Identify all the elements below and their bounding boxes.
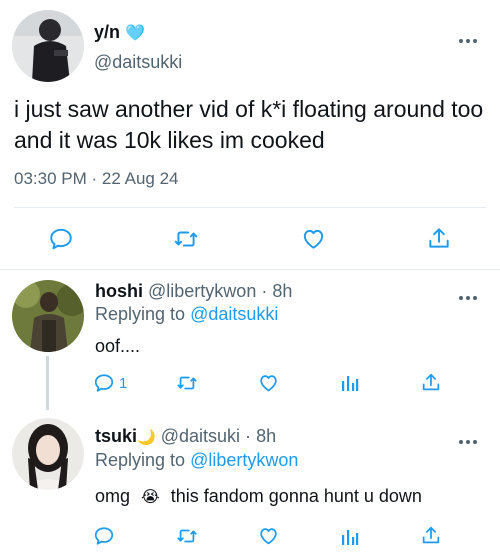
heart-emoji-icon: 🩵 <box>125 25 145 42</box>
avatar[interactable] <box>12 10 84 82</box>
reply-header: tsuki🌙 @daitsuki · 8h <box>95 426 276 447</box>
handle[interactable]: @daitsukki <box>94 52 182 73</box>
moon-emoji-icon: 🌙 <box>137 429 156 446</box>
avatar[interactable] <box>12 418 84 490</box>
like-icon[interactable] <box>257 372 280 394</box>
retweet-icon[interactable] <box>175 525 199 547</box>
like-icon[interactable] <box>300 226 327 252</box>
reply-time[interactable]: 8h <box>256 426 276 446</box>
more-options-icon[interactable] <box>456 30 486 43</box>
replying-label: Replying to <box>95 450 186 470</box>
tweet-timestamp[interactable]: 03:30 PM · 22 Aug 24 <box>14 169 178 189</box>
retweet-icon[interactable] <box>175 372 199 394</box>
header-separator: · <box>261 281 268 301</box>
replying-to: Replying to @libertykwon <box>95 450 298 471</box>
handle[interactable]: @daitsuki <box>161 426 240 446</box>
replying-to: Replying to @daitsukki <box>95 304 278 325</box>
share-icon[interactable] <box>426 225 452 252</box>
tweet-text: i just saw another vid of k*i floating a… <box>14 96 484 153</box>
more-options-icon[interactable] <box>456 287 486 300</box>
reply-text-end: this fandom gonna hunt u down <box>170 486 422 506</box>
tweet-date: 22 Aug 24 <box>101 169 179 188</box>
display-name[interactable]: hoshi <box>95 281 143 301</box>
display-name-text: y/n <box>94 22 121 42</box>
retweet-icon[interactable] <box>172 226 200 252</box>
header-separator: · <box>245 426 252 446</box>
reply-icon[interactable]: 1 <box>93 372 127 394</box>
analytics-icon[interactable] <box>340 373 360 393</box>
crying-emoji-icon: 😭 <box>141 489 160 506</box>
display-name-text: tsuki <box>95 426 138 446</box>
reply-count: 1 <box>119 374 128 392</box>
replying-to-link[interactable]: @daitsukki <box>190 304 278 324</box>
reply-time[interactable]: 8h <box>272 281 292 301</box>
handle[interactable]: @libertykwon <box>148 281 256 301</box>
reply-text-start: omg <box>95 486 131 506</box>
more-options-icon[interactable] <box>456 431 486 444</box>
tweet-time: 03:30 PM <box>14 169 87 188</box>
replying-label: Replying to <box>95 304 186 324</box>
replying-to-link[interactable]: @libertykwon <box>190 450 298 470</box>
share-icon[interactable] <box>420 524 442 547</box>
divider <box>14 207 486 208</box>
timestamp-separator: · <box>91 169 98 188</box>
display-name[interactable]: tsuki🌙 <box>95 426 161 446</box>
reply-icon[interactable] <box>48 226 74 252</box>
reply-text: oof.... <box>95 336 141 356</box>
like-icon[interactable] <box>257 525 280 547</box>
reply-icon[interactable] <box>93 525 115 547</box>
reply-text: omg 😭 this fandom gonna hunt u down <box>95 486 422 507</box>
reply-header: hoshi @libertykwon · 8h <box>95 281 292 302</box>
share-icon[interactable] <box>420 371 442 394</box>
avatar[interactable] <box>12 280 84 352</box>
divider <box>0 269 500 270</box>
analytics-icon[interactable] <box>340 527 360 547</box>
display-name[interactable]: y/n 🩵 <box>94 22 145 43</box>
thread-line <box>46 356 49 410</box>
